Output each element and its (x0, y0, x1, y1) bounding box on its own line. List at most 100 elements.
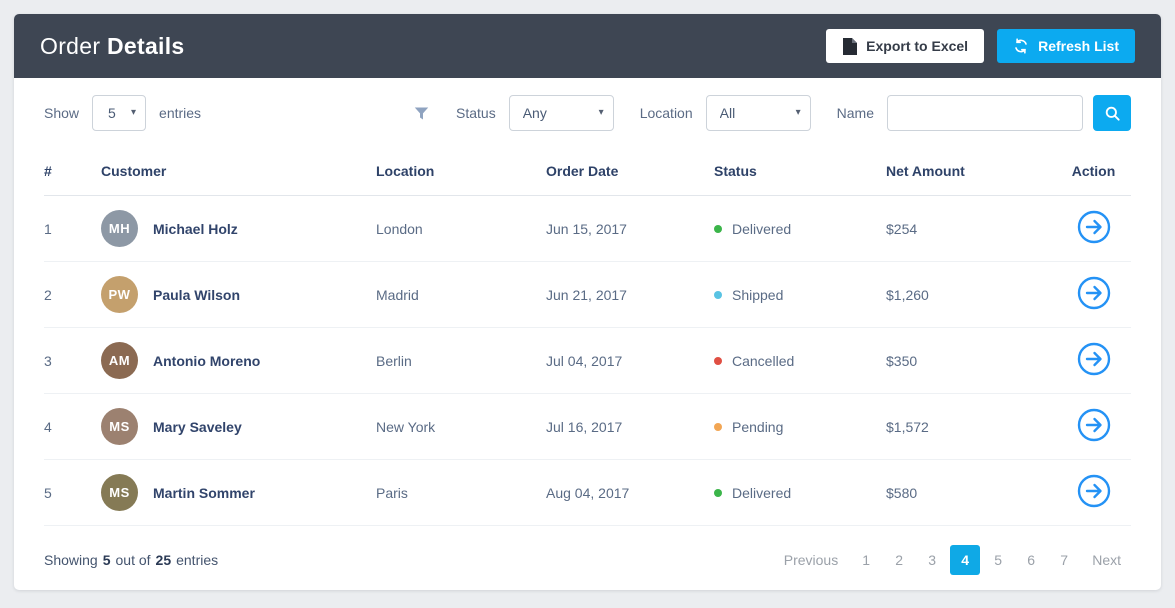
avatar: MS (101, 408, 138, 445)
net-amount-cell: $254 (886, 196, 1056, 262)
show-label: Show (44, 105, 79, 121)
col-header-num: # (44, 149, 101, 196)
order-date-cell: Jun 21, 2017 (546, 262, 714, 328)
status-filter-select[interactable]: Any (509, 95, 614, 131)
refresh-button-label: Refresh List (1038, 38, 1119, 54)
view-order-button[interactable] (1077, 474, 1111, 508)
header-buttons: Export to Excel Refresh List (826, 29, 1135, 63)
table-header-row: # Customer Location Order Date Status Ne… (44, 149, 1131, 196)
arrow-right-circle-icon (1077, 276, 1111, 310)
page-title-regular: Order (40, 33, 100, 59)
pagination-page-1[interactable]: 1 (851, 545, 881, 575)
status-filter-label: Status (456, 105, 496, 121)
entries-per-page-select[interactable]: 5 (92, 95, 146, 131)
status-dot (714, 225, 722, 233)
order-date-cell: Jun 15, 2017 (546, 196, 714, 262)
row-number: 2 (44, 262, 101, 328)
entries-label: entries (159, 105, 201, 121)
col-header-location: Location (376, 149, 546, 196)
location-select-wrap: All ▾ (706, 95, 811, 131)
pagination-page-2[interactable]: 2 (884, 545, 914, 575)
pagination-page-3[interactable]: 3 (917, 545, 947, 575)
entries-select-wrap: 5 ▾ (92, 95, 146, 131)
search-icon (1104, 105, 1121, 122)
card-header: Order Details Export to Excel Refresh Li… (14, 14, 1161, 78)
arrow-right-circle-icon (1077, 210, 1111, 244)
status-label: Cancelled (732, 353, 794, 369)
customer-name: Antonio Moreno (153, 353, 260, 369)
net-amount-cell: $580 (886, 460, 1056, 526)
status-dot (714, 357, 722, 365)
showing-middle: out of (116, 552, 151, 568)
view-order-button[interactable] (1077, 408, 1111, 442)
status-dot (714, 489, 722, 497)
location-filter-select[interactable]: All (706, 95, 811, 131)
table-row: 1 MHMichael Holz London Jun 15, 2017 Del… (44, 196, 1131, 262)
customer-name: Paula Wilson (153, 287, 240, 303)
name-search-input[interactable] (887, 95, 1083, 131)
search-button[interactable] (1093, 95, 1131, 131)
view-order-button[interactable] (1077, 342, 1111, 376)
table-row: 2 PWPaula Wilson Madrid Jun 21, 2017 Shi… (44, 262, 1131, 328)
col-header-action: Action (1056, 149, 1131, 196)
status-dot (714, 291, 722, 299)
table-row: 3 AMAntonio Moreno Berlin Jul 04, 2017 C… (44, 328, 1131, 394)
arrow-right-circle-icon (1077, 408, 1111, 442)
location-cell: Paris (376, 460, 546, 526)
location-cell: New York (376, 394, 546, 460)
pagination: Previous 1 2 3 4 5 6 7 Next (774, 545, 1131, 575)
net-amount-cell: $1,260 (886, 262, 1056, 328)
view-order-button[interactable] (1077, 210, 1111, 244)
customer-name: Mary Saveley (153, 419, 242, 435)
col-header-status: Status (714, 149, 886, 196)
pagination-page-5[interactable]: 5 (983, 545, 1013, 575)
customer-name: Michael Holz (153, 221, 238, 237)
showing-suffix: entries (176, 552, 218, 568)
table-row: 5 MSMartin Sommer Paris Aug 04, 2017 Del… (44, 460, 1131, 526)
orders-table-wrap: # Customer Location Order Date Status Ne… (14, 149, 1161, 526)
order-details-card: Order Details Export to Excel Refresh Li… (14, 14, 1161, 590)
showing-prefix: Showing (44, 552, 98, 568)
table-row: 4 MS Mary Saveley New York Jul 16, 2017 P… (44, 394, 1131, 460)
filter-bar: Show 5 ▾ entries Status Any ▾ Location A… (14, 78, 1161, 149)
row-number: 5 (44, 460, 101, 526)
customer-name: Martin Sommer (153, 485, 255, 501)
refresh-icon (1013, 38, 1029, 54)
status-dot (714, 423, 722, 431)
col-header-net-amount: Net Amount (886, 149, 1056, 196)
page-title: Order Details (40, 33, 185, 60)
pagination-page-4-active[interactable]: 4 (950, 545, 980, 575)
col-header-order-date: Order Date (546, 149, 714, 196)
col-header-customer: Customer (101, 149, 376, 196)
status-label: Shipped (732, 287, 783, 303)
row-number: 3 (44, 328, 101, 394)
pagination-page-6[interactable]: 6 (1016, 545, 1046, 575)
export-button-label: Export to Excel (866, 38, 968, 54)
avatar: MH (101, 210, 138, 247)
filter-funnel-icon (413, 105, 430, 122)
showing-count: 5 (103, 552, 111, 568)
refresh-list-button[interactable]: Refresh List (997, 29, 1135, 63)
showing-total: 25 (156, 552, 172, 568)
order-date-cell: Jul 16, 2017 (546, 394, 714, 460)
location-filter-label: Location (640, 105, 693, 121)
location-cell: Madrid (376, 262, 546, 328)
arrow-right-circle-icon (1077, 342, 1111, 376)
status-label: Pending (732, 419, 783, 435)
location-cell: London (376, 196, 546, 262)
status-label: Delivered (732, 221, 791, 237)
avatar: AM (101, 342, 138, 379)
pagination-previous[interactable]: Previous (774, 545, 848, 575)
orders-table: # Customer Location Order Date Status Ne… (44, 149, 1131, 526)
pagination-next[interactable]: Next (1082, 545, 1131, 575)
pagination-page-7[interactable]: 7 (1049, 545, 1079, 575)
avatar: MS (101, 474, 138, 511)
row-number: 4 (44, 394, 101, 460)
page-title-bold: Details (107, 33, 185, 59)
export-to-excel-button[interactable]: Export to Excel (826, 29, 984, 63)
net-amount-cell: $350 (886, 328, 1056, 394)
view-order-button[interactable] (1077, 276, 1111, 310)
order-date-cell: Jul 04, 2017 (546, 328, 714, 394)
card-footer: Showing 5 out of 25 entries Previous 1 2… (14, 526, 1161, 594)
order-date-cell: Aug 04, 2017 (546, 460, 714, 526)
